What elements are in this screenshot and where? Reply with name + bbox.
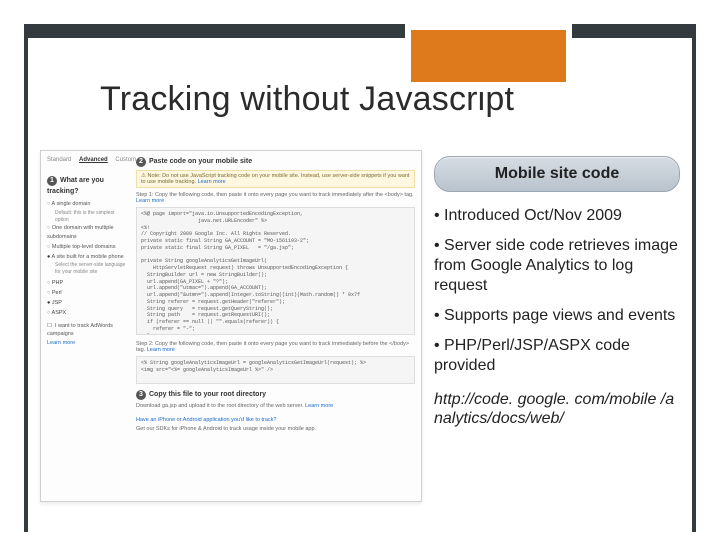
tab-advanced: Advanced [79,157,108,163]
step2-num: 2 [136,157,146,167]
opt-mobile-sub: Select the server-side language for your… [47,262,127,275]
tab-standard: Standard [47,157,71,163]
step3-footer2: Get our SDKs for iPhone & Android to tra… [136,426,415,432]
step3-learn-link: Learn more [305,403,333,409]
adwords-checkbox: ☐I want to track AdWords campaigns Learn… [47,322,127,348]
ga-setup-screenshot: Standard Advanced Custom 1What are you t… [40,150,422,502]
ga-left-col: 1What are you tracking? A single domain … [47,175,127,348]
adwords-label: I want to track AdWords campaigns [47,323,113,338]
desc1-learn-link: Learn more [136,198,164,204]
right-column: Mobile site code • Introduced Oct/Nov 20… [434,150,680,520]
step3-desc-text: Download ga.jsp and upload it to the roo… [136,403,304,409]
server-lang-opts: PHP Perl JSP ASPX [47,279,127,317]
code-block-1: <%@ page import="java.io.UnsupportedEnco… [136,207,415,335]
step3-label: Copy this file to your root directory [149,391,266,398]
step2-desc1: Step 1: Copy the following code, then pa… [136,192,415,204]
bullet-3: • Supports page views and events [434,306,680,326]
content-area: Standard Advanced Custom 1What are you t… [40,150,680,520]
ga-main-col: 2Paste code on your mobile site ⚠ Note: … [136,157,415,435]
accent-block [405,24,572,88]
step2-desc1-text: Step 1: Copy the following code, then pa… [136,192,414,198]
step1-num: 1 [47,176,57,186]
step3-desc: Download ga.jsp and upload it to the roo… [136,403,415,409]
step2-desc2-text: Step 2: Copy the following code, then pa… [136,341,409,353]
step2-note-text: Note: Do not use JavaScript tracking cod… [141,173,409,185]
url-line: http://code. google. com/mobile /analyti… [434,390,680,428]
callout-box: Mobile site code [434,156,680,192]
opt-single-domain-sub: Default: this is the simplest option [47,210,127,223]
note-learn-link: Learn more [198,179,226,185]
step1-head: 1What are you tracking? [47,175,127,197]
ga-tabs: Standard Advanced Custom [47,157,142,163]
opt-subdomains: One domain with multiple subdomains [47,224,127,242]
step3-num: 3 [136,390,146,400]
opt-aspx: ASPX [47,309,127,318]
opt-jsp: JSP [47,299,127,308]
step2-note: ⚠ Note: Do not use JavaScript tracking c… [136,170,415,188]
opt-single-domain: A single domain [47,200,127,209]
step3-footer: Have an iPhone or Android application yo… [136,417,415,423]
step2-label: Paste code on your mobile site [149,158,252,165]
bullet-4: • PHP/Perl/JSP/ASPX code provided [434,336,680,376]
checkbox-icon: ☐ [47,323,52,329]
opt-php: PHP [47,279,127,288]
step3-head: 3Copy this file to your root directory [136,390,415,400]
tab-custom: Custom [115,157,136,163]
opt-mobile: A site built for a mobile phone [47,253,127,262]
opt-tld: Multiple top-level domains [47,243,127,252]
step2-desc2: Step 2: Copy the following code, then pa… [136,341,415,353]
code-block-2: <% String googleAnalyticsImageUrl = goog… [136,356,415,384]
desc2-learn-link: Learn more [147,347,175,353]
bullet-1: • Introduced Oct/Nov 2009 [434,206,680,226]
step2-head: 2Paste code on your mobile site [136,157,415,167]
adwords-learn-link: Learn more [47,340,75,346]
opt-perl: Perl [47,289,127,298]
bullet-2: • Server side code retrieves image from … [434,236,680,296]
